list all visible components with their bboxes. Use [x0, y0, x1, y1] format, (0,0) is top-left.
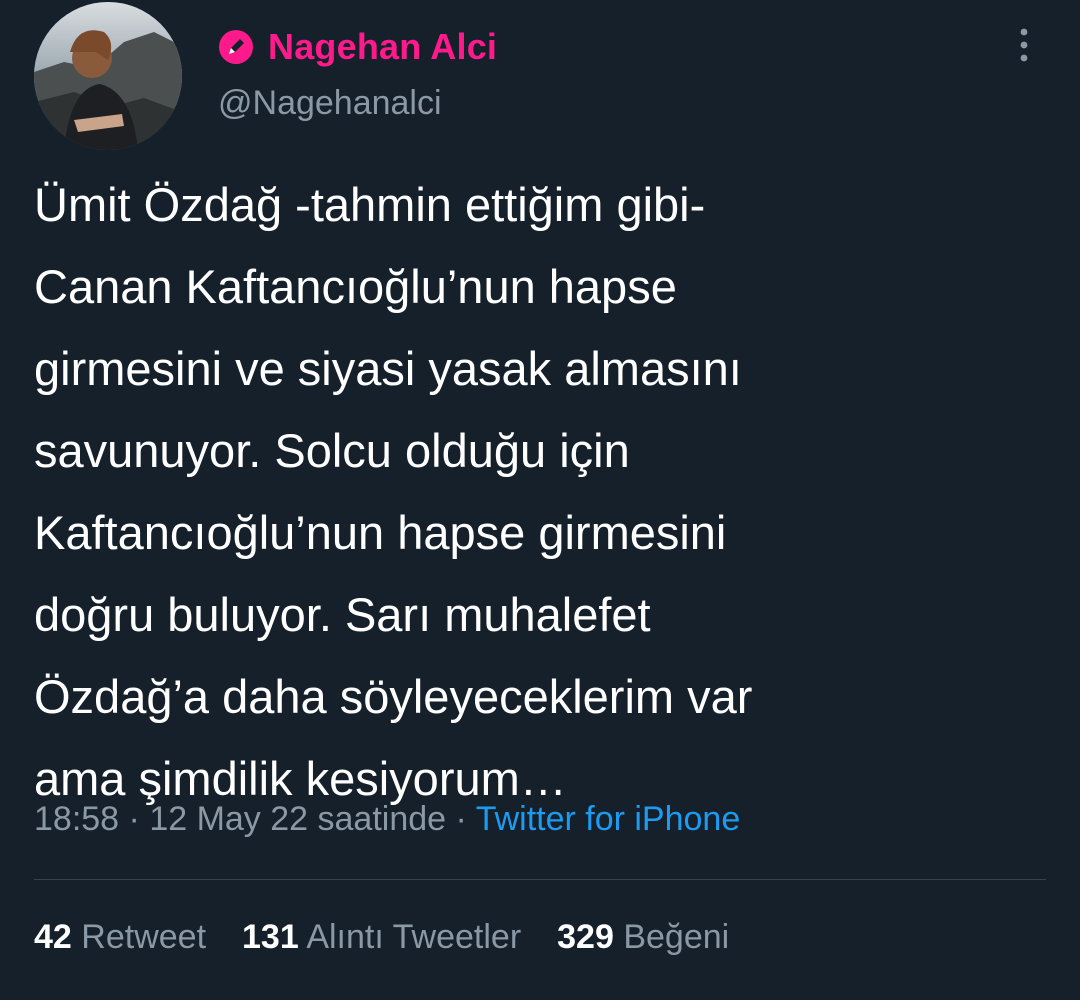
- author-name-row[interactable]: Nagehan Alci: [218, 22, 497, 72]
- tweet-stats: 42 Retweet 131 Alıntı Tweetler 329 Beğen…: [34, 918, 765, 957]
- quotes-label: Alıntı Tweetler: [306, 918, 522, 956]
- likes-stat[interactable]: 329 Beğeni: [557, 918, 729, 957]
- retweets-label: Retweet: [81, 918, 207, 956]
- quotes-stat[interactable]: 131 Alıntı Tweetler: [242, 918, 521, 957]
- author-handle[interactable]: @Nagehanalci: [218, 84, 442, 123]
- tweet-meta: 18:58 · 12 May 22 saatinde · Twitter for…: [34, 800, 740, 839]
- retweets-count: 42: [34, 918, 72, 956]
- tweet-time[interactable]: 18:58: [34, 800, 119, 838]
- quotes-count: 131: [242, 918, 299, 956]
- divider: [34, 879, 1046, 880]
- retweets-stat[interactable]: 42 Retweet: [34, 918, 206, 957]
- tweet-date[interactable]: 12 May 22 saatinde: [149, 800, 446, 838]
- likes-label: Beğeni: [623, 918, 730, 956]
- likes-count: 329: [557, 918, 614, 956]
- pen-badge-icon: [218, 29, 254, 65]
- meta-separator: ·: [446, 800, 476, 838]
- more-options-icon[interactable]: [1004, 24, 1044, 68]
- avatar[interactable]: [34, 2, 182, 150]
- meta-separator: ·: [119, 800, 150, 838]
- tweet-source-link[interactable]: Twitter for iPhone: [476, 800, 741, 838]
- tweet-text: Ümit Özdağ -tahmin ettiğim gibi- Canan K…: [34, 178, 753, 805]
- author-name[interactable]: Nagehan Alci: [268, 26, 497, 68]
- profile-photo: [34, 2, 182, 150]
